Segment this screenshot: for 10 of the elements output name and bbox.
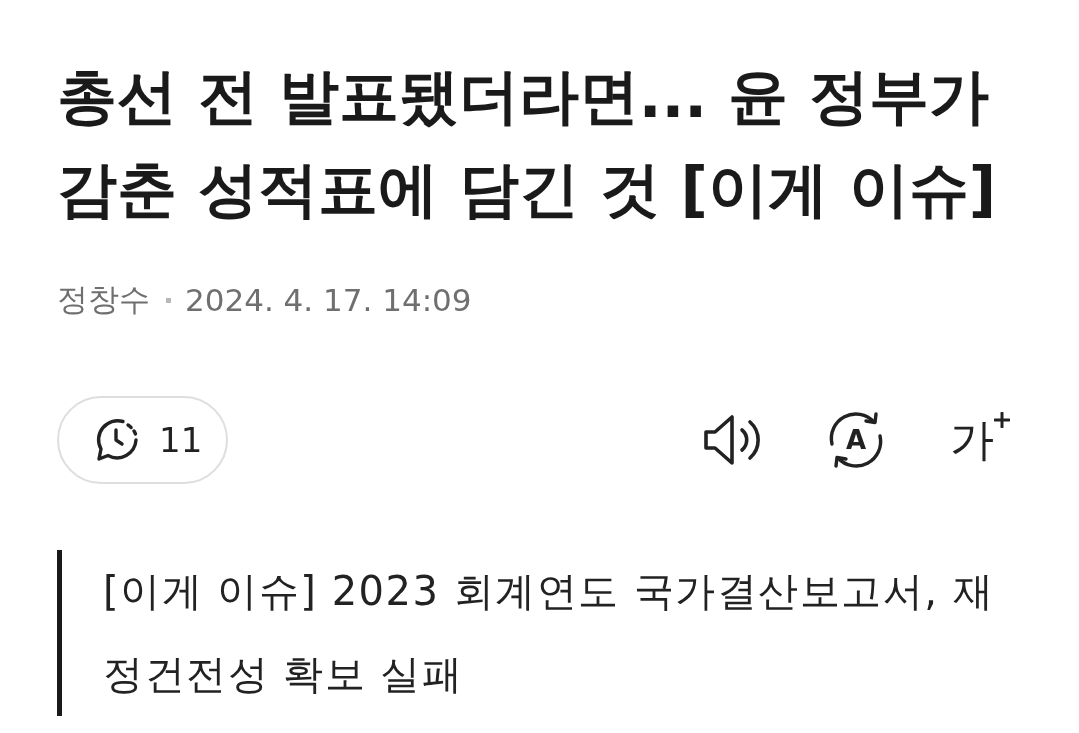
- comments-button[interactable]: 11: [57, 396, 229, 484]
- article-headline: 총선 전 발표됐더라면... 윤 정부가 감춘 성적표에 담긴 것 [이게 이슈]: [57, 60, 998, 226]
- publish-date: 2024. 4. 17. 14:09: [185, 282, 472, 318]
- translate-button[interactable]: A: [826, 410, 886, 470]
- summary-quote: [이게 이슈] 2023 회계연도 국가결산보고서, 재정건전성 확보 실패: [57, 550, 1000, 716]
- listen-button[interactable]: [702, 414, 762, 466]
- plus-icon: [994, 412, 1010, 428]
- speaker-icon: [702, 414, 762, 466]
- font-size-button[interactable]: 가: [950, 410, 1010, 470]
- author-name: 정창수: [57, 280, 150, 319]
